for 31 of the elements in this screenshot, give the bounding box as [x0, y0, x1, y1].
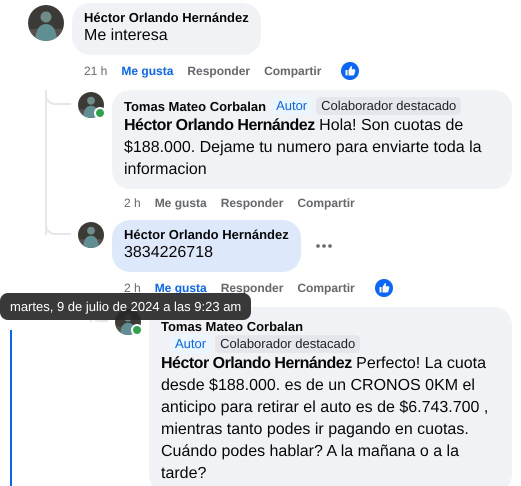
like-link[interactable]: Me gusta — [154, 196, 207, 210]
author-badge: Autor — [170, 335, 212, 353]
share-link[interactable]: Compartir — [297, 281, 355, 295]
author-name[interactable]: Tomas Mateo Corbalan — [124, 98, 266, 114]
author-name[interactable]: Tomas Mateo Corbalan — [161, 319, 304, 334]
contributor-badge: Colaborador destacado — [215, 335, 360, 353]
comment-text: 3834226718 — [124, 243, 214, 263]
author-badge: Autor — [271, 97, 312, 115]
share-link[interactable]: Compartir — [297, 196, 355, 210]
comment-text: Me interesa — [84, 26, 169, 46]
avatar[interactable] — [78, 222, 104, 248]
timestamp-link[interactable]: 2 h — [124, 196, 141, 210]
avatar[interactable] — [78, 92, 104, 118]
timestamp-link[interactable]: 21 h — [84, 64, 108, 78]
thumbs-up-icon[interactable] — [341, 62, 360, 80]
timestamp-link[interactable]: 2 h — [124, 281, 141, 295]
like-link[interactable]: Me gusta — [154, 281, 207, 295]
contributor-badge: Colaborador destacado — [316, 97, 462, 115]
comment-text: Héctor Orlando Hernández Hola! Son cuotas de $188.000. Dejame tu numero para enviarte toda la informacion — [124, 116, 483, 180]
avatar[interactable] — [28, 5, 64, 41]
author-name[interactable]: Héctor Orlando Hernández — [84, 10, 249, 25]
reply-link[interactable]: Responder — [220, 196, 284, 210]
share-link[interactable]: Compartir — [264, 64, 322, 78]
reply-link[interactable]: Responder — [220, 281, 284, 295]
date-tooltip: martes, 9 de julio de 2024 a las 9:23 am — [0, 293, 252, 320]
like-link[interactable]: Me gusta — [121, 64, 174, 78]
reply-link[interactable]: Responder — [187, 64, 250, 78]
thumbs-up-icon[interactable] — [374, 279, 393, 297]
more-options-icon[interactable] — [314, 243, 333, 249]
author-name[interactable]: Héctor Orlando Hernández — [124, 227, 289, 242]
comment-text: Héctor Orlando Hernández Perfecto! La cuota desde $188.000. es de un CRONOS 0KM el anticipo para retirar el auto es de $6.743.700 , mientras tanto podes ir pagando en cuotas. Cuándo podes hablar? A la mañana o a la tarde? — [161, 354, 490, 484]
